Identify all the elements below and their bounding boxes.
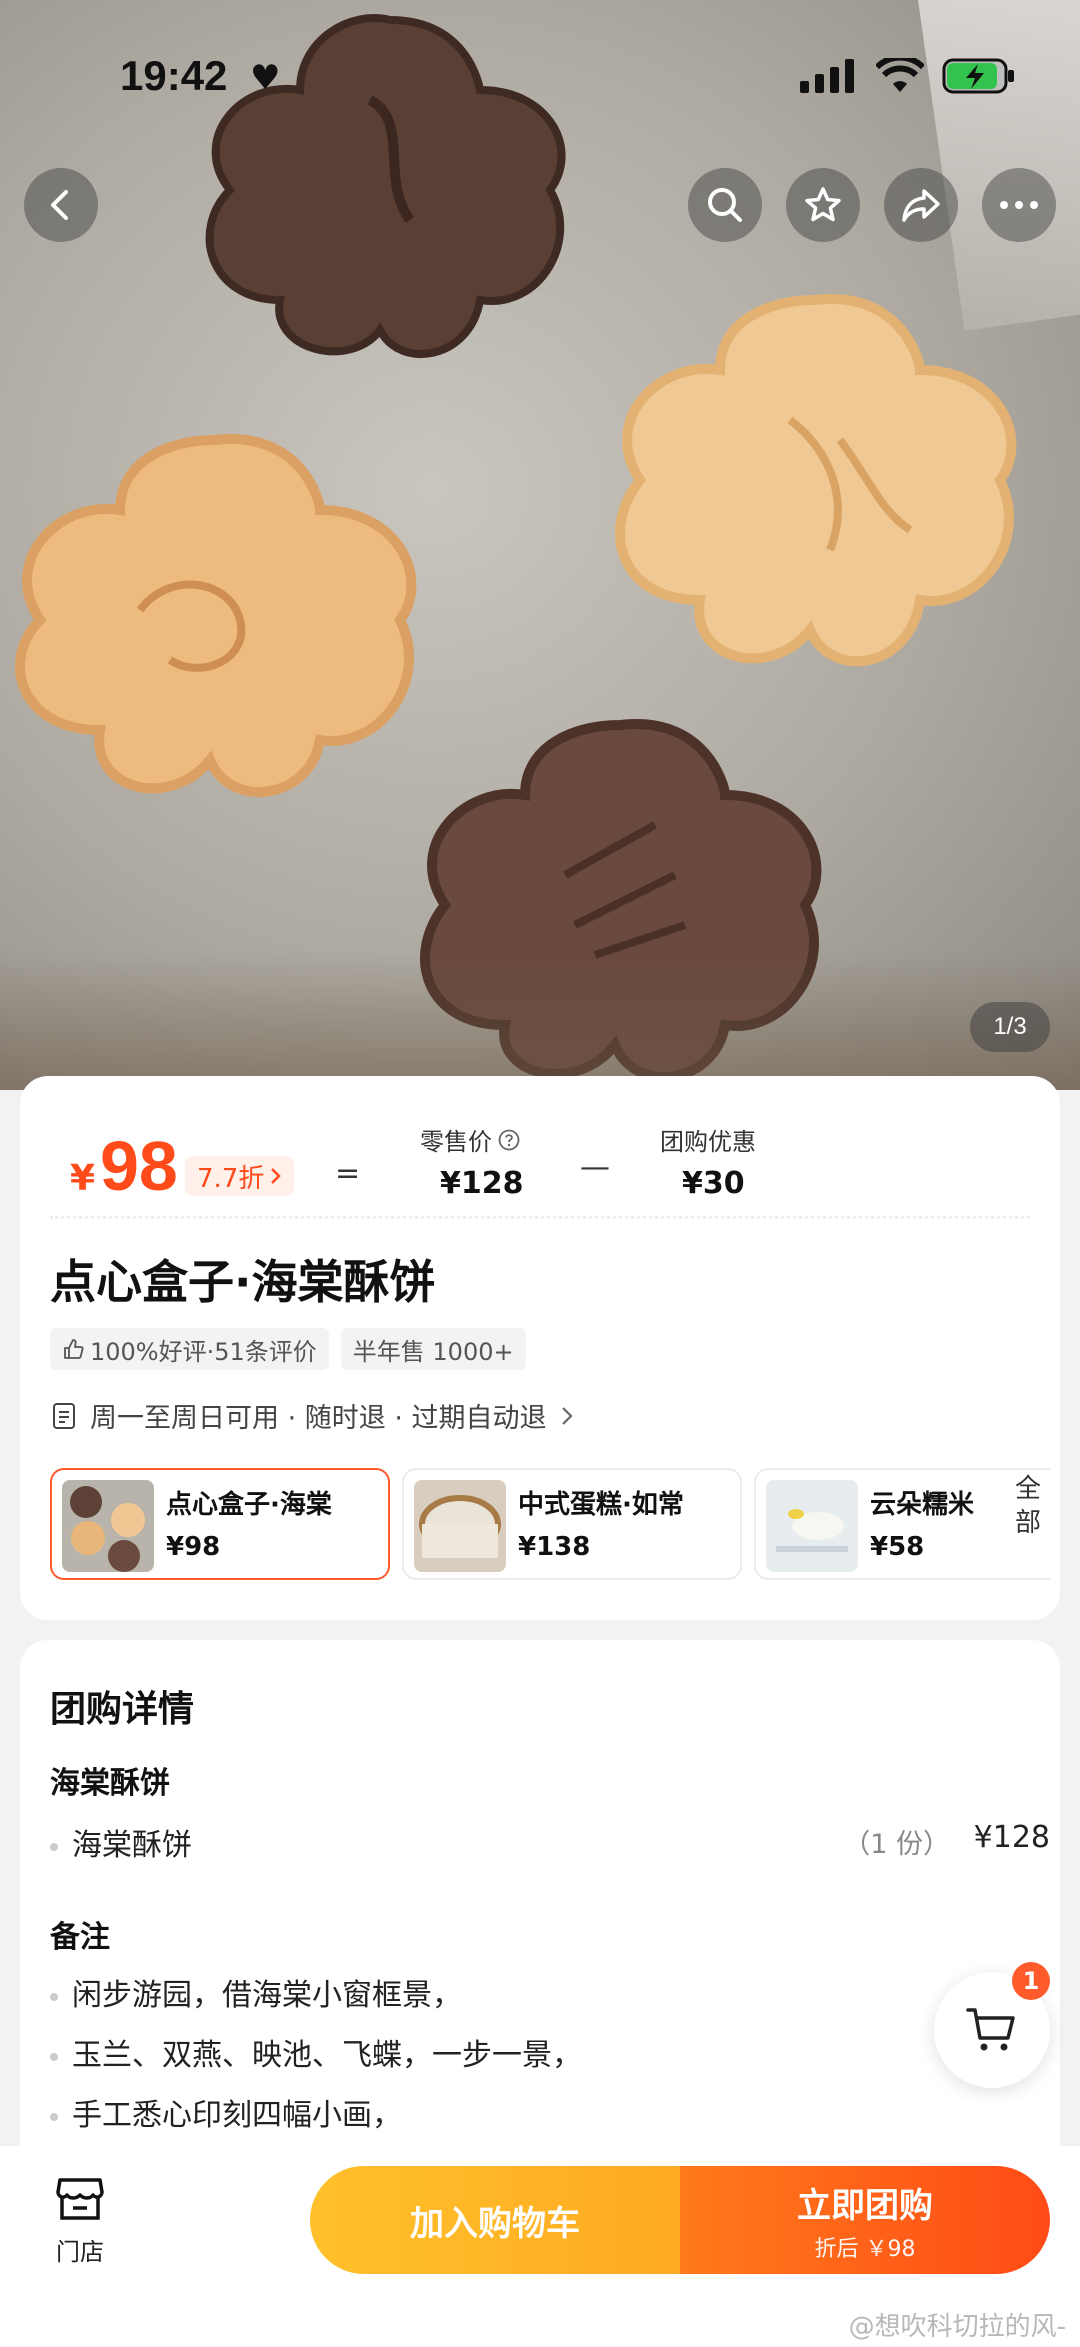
view-all-variants-button[interactable]: 全部	[1010, 1472, 1046, 1540]
buy-now-price: 折后 ￥98	[814, 2236, 916, 2262]
sales-tag: 半年售 1000+	[340, 1328, 526, 1370]
favorite-button[interactable]	[786, 168, 860, 242]
deal-price: 98	[100, 1127, 178, 1205]
chevron-right-icon	[271, 1168, 282, 1184]
cookie-image-light-right	[615, 294, 1017, 667]
more-button[interactable]	[982, 168, 1056, 242]
cookie-image-light-left	[15, 434, 417, 797]
retail-price-label[interactable]: 零售价	[420, 1122, 520, 1157]
package-name: 海棠酥饼	[50, 1766, 170, 1801]
discount-text: 7.7折	[197, 1163, 265, 1194]
bullet	[50, 1992, 58, 2001]
rating-tag[interactable]: 100%好评·51条评价	[50, 1328, 329, 1370]
share-button[interactable]	[884, 168, 958, 242]
availability-row[interactable]: 周一至周日可用 · 随时退 · 过期自动退	[52, 1396, 573, 1435]
floating-cart-button[interactable]: 1	[934, 1962, 1050, 2088]
package-item-row: 海棠酥饼 （1 份） ¥128	[50, 1814, 1050, 1864]
variant-thumbnail	[766, 1480, 858, 1572]
chevron-right-icon	[561, 1406, 573, 1425]
status-time: 19:42	[120, 52, 228, 99]
cart-icon	[966, 2008, 1015, 2051]
document-icon	[53, 1402, 75, 1429]
search-icon	[708, 188, 742, 222]
status-bar: 19:42 ♥	[0, 0, 1080, 150]
note-text: 玉兰、双燕、映池、飞蝶，一步一景，	[72, 2038, 582, 2073]
note-line: 手工悉心印刻四幅小画，	[50, 2090, 402, 2134]
item-quantity: （1 份）	[843, 1829, 950, 1860]
gallery-page-indicator: 1/3	[970, 1002, 1050, 1052]
retail-label-text: 零售价	[420, 1128, 492, 1156]
divider	[50, 1216, 1030, 1219]
note-line: 玉兰、双燕、映池、飞蝶，一步一景，	[50, 2030, 582, 2074]
search-button[interactable]	[688, 168, 762, 242]
back-arrow-icon	[51, 190, 68, 220]
price-currency: ¥	[70, 1158, 96, 1199]
note-text: 手工悉心印刻四幅小画，	[72, 2098, 402, 2133]
item-name-wrap: 海棠酥饼	[50, 1820, 192, 1864]
discount-tag[interactable]: 7.7折	[185, 1156, 295, 1196]
variant-name: 点心盒子·海棠	[166, 1490, 332, 1520]
minus-sign: —	[580, 1150, 610, 1185]
item-name: 海棠酥饼	[72, 1828, 192, 1863]
variant-thumbnail	[62, 1480, 154, 1572]
buy-now-button[interactable]: 立即团购 折后 ￥98	[680, 2166, 1050, 2274]
battery-charging-icon	[942, 58, 1014, 94]
details-section-title: 团购详情	[50, 1689, 195, 1730]
group-discount-value: ¥30	[682, 1166, 745, 1201]
note-text: 闲步游园，借海棠小窗框景，	[72, 1978, 462, 2013]
cart-count-badge: 1	[1012, 1962, 1050, 2000]
store-button[interactable]: 门店	[50, 2176, 110, 2267]
equals-sign: =	[335, 1156, 361, 1191]
buy-now-label: 立即团购	[797, 2185, 933, 2226]
product-title: 点心盒子·海棠酥饼	[50, 1255, 436, 1309]
wifi-icon	[876, 58, 924, 92]
bullet	[50, 1842, 58, 1851]
purchase-buttons: 加入购物车 立即团购 折后 ￥98	[310, 2166, 1050, 2274]
bullet	[50, 2052, 58, 2061]
rating-text: 100%好评·51条评价	[90, 1337, 317, 1366]
product-summary-card: ¥ 98 7.7折 = 零售价 ¥128 — 团购优惠 ¥30 点心盒子·海棠酥…	[20, 1076, 1060, 1620]
help-icon	[498, 1129, 520, 1150]
more-icon	[1000, 201, 1038, 209]
variant-price: ¥138	[518, 1532, 591, 1562]
variant-thumbnail	[414, 1480, 506, 1572]
store-label: 门店	[56, 2238, 104, 2266]
store-icon	[56, 2178, 104, 2220]
group-discount-label: 团购优惠	[660, 1128, 756, 1156]
variant-option-1[interactable]: 点心盒子·海棠 ¥98	[50, 1468, 390, 1580]
variant-price: ¥98	[166, 1532, 221, 1562]
status-icons	[800, 58, 1016, 94]
watermark: @想吹科切拉的风-	[848, 2312, 1066, 2342]
back-button[interactable]	[24, 168, 98, 242]
share-icon	[902, 189, 940, 222]
add-to-cart-button[interactable]: 加入购物车	[310, 2166, 680, 2274]
variant-option-3[interactable]: 云朵糯米 ¥58	[754, 1468, 1050, 1580]
variant-option-2[interactable]: 中式蛋糕·如常 ¥138	[402, 1468, 742, 1580]
image-bottom-shade	[0, 950, 1080, 1090]
note-line: 闲步游园，借海棠小窗框景，	[50, 1970, 462, 2014]
availability-text: 周一至周日可用 · 随时退 · 过期自动退	[90, 1403, 547, 1434]
variant-name: 云朵糯米	[870, 1490, 975, 1520]
bullet	[50, 2112, 58, 2121]
signal-icon	[800, 59, 854, 93]
variant-price: ¥58	[870, 1532, 925, 1562]
item-price: ¥128	[973, 1820, 1050, 1855]
notes-title: 备注	[50, 1920, 110, 1955]
heart-icon: ♥	[250, 58, 281, 98]
thumbs-up-icon	[64, 1339, 84, 1359]
star-icon	[805, 187, 841, 222]
variant-selector: 点心盒子·海棠 ¥98 中式蛋糕·如常 ¥138 云朵糯米 ¥58	[50, 1468, 1050, 1584]
variant-name: 中式蛋糕·如常	[518, 1490, 684, 1520]
product-tags: 100%好评·51条评价 半年售 1000+	[50, 1328, 526, 1370]
retail-price-value: ¥128	[440, 1166, 524, 1201]
product-image-gallery[interactable]	[0, 0, 1080, 1090]
price-row: ¥ 98 7.7折 = 零售价 ¥128 — 团购优惠 ¥30	[50, 1116, 1030, 1226]
